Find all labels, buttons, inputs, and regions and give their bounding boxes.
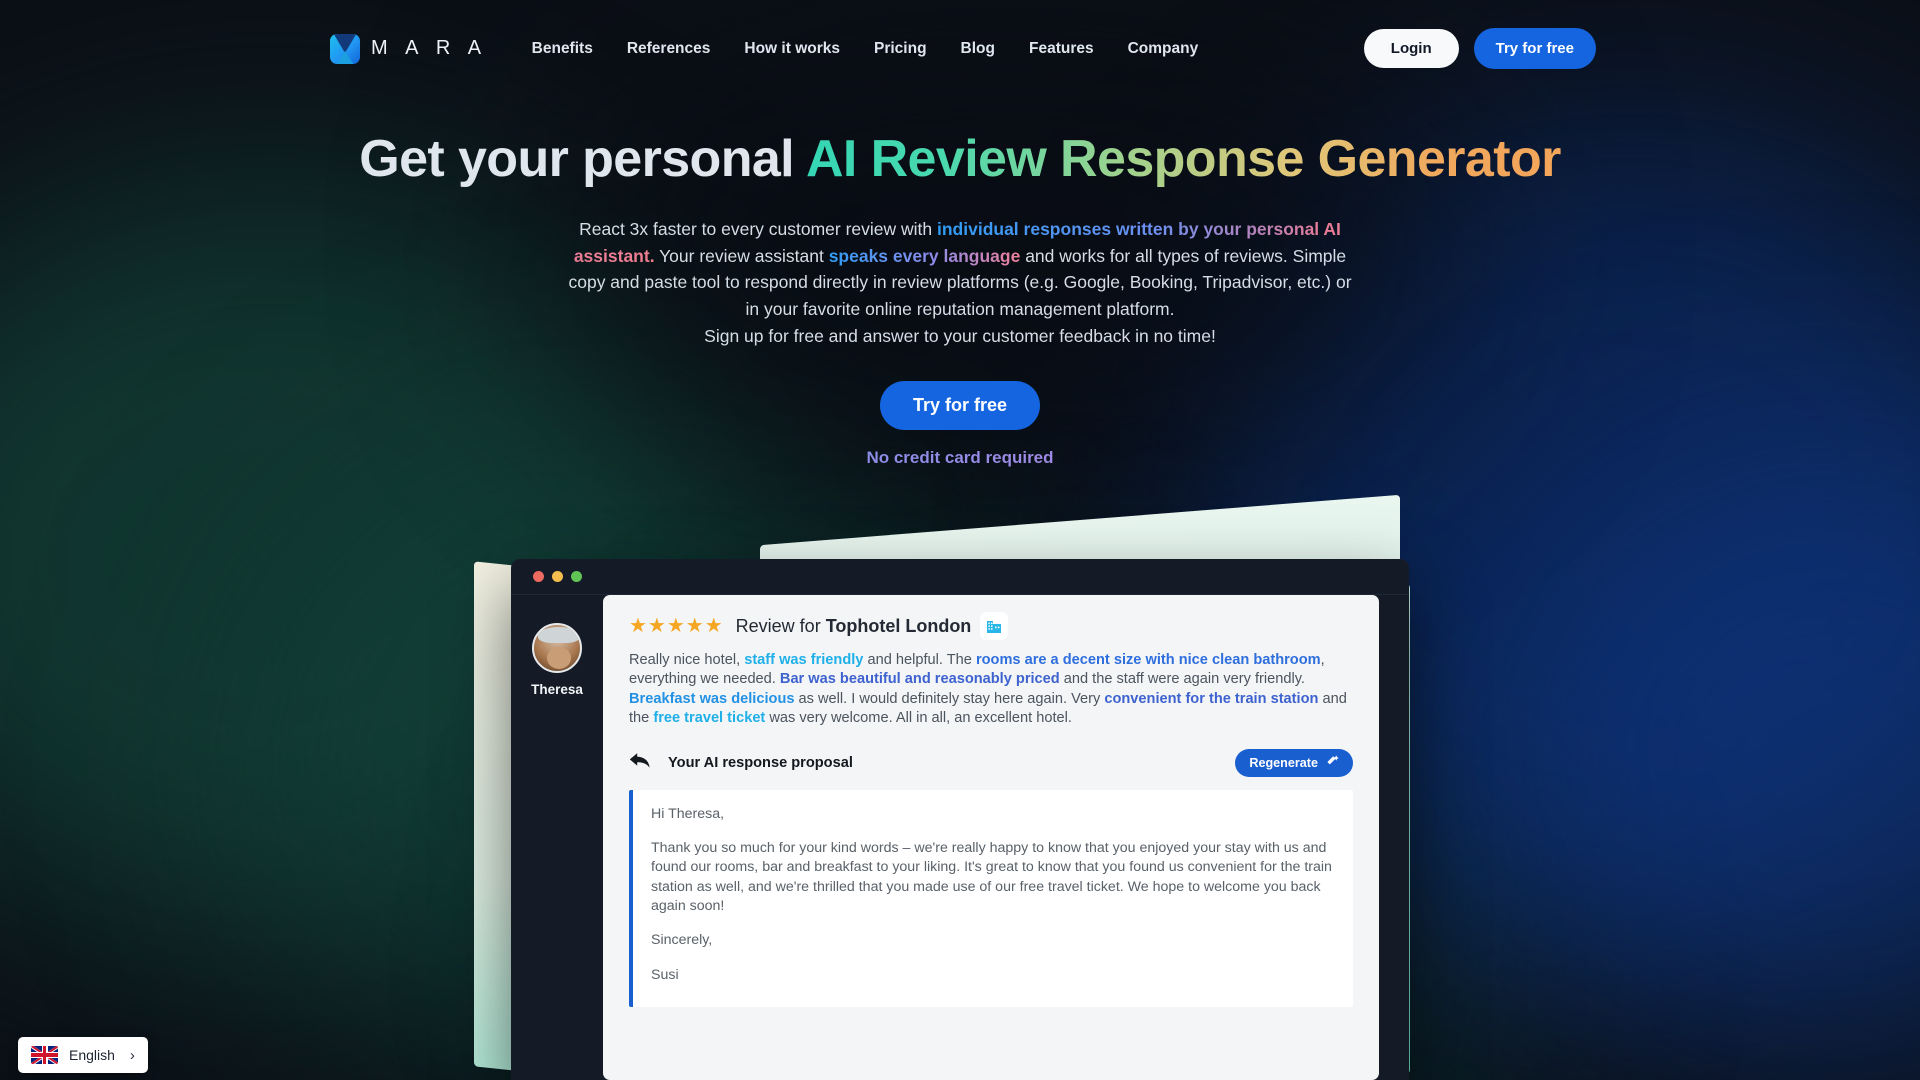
nav-item-blog[interactable]: Blog — [961, 40, 995, 58]
response-signature: Susi — [651, 966, 679, 983]
review-highlight-6: free travel ticket — [653, 710, 766, 727]
star-rating-icon: ★★★★★ — [629, 615, 724, 637]
brand-name: M A R A — [371, 37, 488, 59]
review-highlight-3: Bar was beautiful and reasonably priced — [779, 671, 1060, 688]
hotel-building-icon — [983, 615, 1006, 637]
review-text-s1: Really nice hotel, — [629, 652, 745, 668]
review-title-prefix: Review for — [735, 615, 826, 636]
subtitle-signup-line: Sign up for free and answer to your cust… — [704, 325, 1216, 346]
app-window-body: Theresa ★★★★★ Review for Tophotel London — [511, 595, 1409, 1080]
regenerate-label: Regenerate — [1249, 755, 1318, 770]
app-window-mockup: Theresa ★★★★★ Review for Tophotel London — [511, 559, 1409, 1080]
brand-logo[interactable]: M A R A — [330, 33, 488, 64]
headline-plain: Get your personal — [359, 130, 806, 188]
review-highlight-5: convenient for the train station — [1104, 690, 1319, 707]
login-button[interactable]: Login — [1363, 29, 1459, 68]
nav-links: Benefits References How it works Pricing… — [532, 40, 1199, 58]
response-paragraph: Thank you so much for your kind words – … — [651, 839, 1332, 914]
chevron-right-icon: › — [129, 1046, 135, 1064]
nav-item-pricing[interactable]: Pricing — [874, 40, 927, 58]
magic-wand-icon — [1326, 755, 1339, 771]
hero-cta-wrap: Try for free No credit card required — [0, 381, 1920, 468]
avatar — [532, 623, 582, 673]
page-title: Get your personal AI Review Response Gen… — [0, 130, 1920, 188]
nav-item-benefits[interactable]: Benefits — [532, 40, 593, 58]
maximize-window-dot[interactable] — [571, 571, 582, 582]
headline-gradient: AI Review Response Generator — [805, 130, 1561, 188]
response-greeting: Hi Theresa, — [651, 805, 725, 822]
page-root: M A R A Benefits References How it works… — [0, 0, 1920, 1080]
language-selector[interactable]: English › — [18, 1037, 148, 1073]
nav-item-how-it-works[interactable]: How it works — [744, 40, 840, 58]
review-text-s4: and the staff were again very friendly. — [1059, 671, 1305, 688]
nav-actions: Login Try for free — [1363, 28, 1596, 69]
review-highlight-1: staff was friendly — [744, 652, 864, 668]
hero-try-free-button[interactable]: Try for free — [879, 381, 1041, 431]
nav-item-features[interactable]: Features — [1029, 40, 1094, 58]
top-navigation: M A R A Benefits References How it works… — [0, 0, 1920, 97]
nav-item-references[interactable]: References — [627, 40, 711, 58]
review-text: Really nice hotel, staff was friendly an… — [629, 651, 1353, 729]
reviewer-name: Theresa — [531, 682, 583, 697]
response-signoff: Sincerely, — [651, 932, 713, 949]
review-text-s2: and helpful. The — [863, 652, 976, 668]
reviewer-block: Theresa — [511, 595, 603, 1080]
uk-flag-icon — [31, 1046, 58, 1064]
reply-arrow-icon — [629, 752, 651, 773]
ai-response-box[interactable]: Hi Theresa, Thank you so much for your k… — [629, 789, 1353, 1007]
review-card: ★★★★★ Review for Tophotel London Really … — [603, 595, 1379, 1080]
minimize-window-dot[interactable] — [552, 571, 563, 582]
hero-subtitle: React 3x faster to every customer review… — [560, 216, 1360, 349]
window-titlebar — [511, 559, 1409, 595]
language-label: English — [69, 1047, 115, 1063]
proposal-title: Your AI response proposal — [668, 754, 853, 771]
close-window-dot[interactable] — [533, 571, 544, 582]
review-highlight-2: rooms are a decent size with nice clean … — [975, 652, 1321, 668]
nav-try-free-button[interactable]: Try for free — [1473, 28, 1596, 69]
review-text-s5: as well. I would definitely stay here ag… — [794, 690, 1105, 707]
no-credit-card-note: No credit card required — [0, 448, 1920, 468]
hotel-name: Tophotel London — [825, 615, 972, 636]
glow-blue-2 — [1480, 430, 1920, 1070]
subtitle-part-1: React 3x faster to every customer review… — [579, 219, 937, 240]
review-highlight-4: Breakfast was delicious — [629, 690, 795, 707]
subtitle-part-2: Your review assistant — [654, 245, 829, 266]
subtitle-highlight-2: speaks every language — [828, 245, 1021, 266]
mara-logo-icon — [330, 33, 360, 64]
proposal-header: Your AI response proposal Regenerate — [629, 748, 1353, 777]
regenerate-button[interactable]: Regenerate — [1235, 748, 1353, 777]
review-text-s7: was very welcome. All in all, an excelle… — [765, 710, 1072, 727]
review-title: Review for Tophotel London — [736, 616, 972, 637]
review-header: ★★★★★ Review for Tophotel London — [629, 615, 1353, 637]
nav-item-company[interactable]: Company — [1128, 40, 1199, 58]
